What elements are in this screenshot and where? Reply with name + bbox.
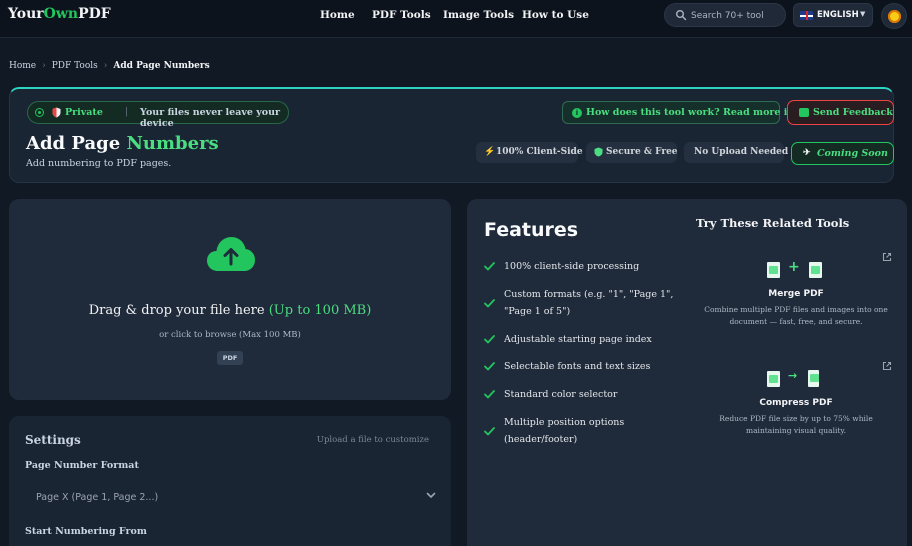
- check-icon: [484, 335, 495, 344]
- related-tool-name: Compress PDF: [759, 398, 833, 408]
- page-title: Add Page Numbers: [26, 133, 219, 154]
- theme-toggle-button[interactable]: [881, 3, 907, 29]
- feature-text: Adjustable starting page index: [504, 334, 652, 345]
- feature-text: 100% client-side processing: [504, 261, 640, 272]
- check-icon: [484, 390, 495, 399]
- client-side-label: 100% Client-Side: [496, 147, 583, 157]
- how-it-works-button[interactable]: i How does this tool work? Read more inf…: [562, 101, 805, 124]
- related-tool-description: Combine multiple PDF files and images in…: [704, 305, 888, 326]
- format-select[interactable]: Page X (Page 1, Page 2...): [25, 483, 437, 513]
- divider: |: [125, 106, 129, 117]
- coming-soon-label: Coming Soon: [817, 148, 888, 159]
- info-icon: i: [572, 108, 582, 118]
- no-upload-badge: No Upload Needed: [684, 142, 788, 163]
- external-link-icon[interactable]: [882, 252, 892, 262]
- compress-icon: →: [696, 369, 896, 391]
- settings-panel: Settings Upload a file to customize Page…: [9, 416, 451, 546]
- language-label: ENGLISH: [817, 10, 859, 20]
- feature-text: Custom formats (e.g. "1", "Page 1", "Pag…: [504, 289, 674, 317]
- chevron-down-icon: ▼: [860, 10, 866, 18]
- settings-heading: Settings: [25, 433, 81, 447]
- merge-icon: +: [696, 259, 896, 282]
- breadcrumb-home[interactable]: Home: [9, 61, 36, 71]
- search-input[interactable]: [691, 8, 781, 24]
- related-tool-merge-pdf[interactable]: + Merge PDF Combine multiple PDF files a…: [696, 252, 896, 340]
- nav-how-to-use-link[interactable]: How to Use: [522, 9, 589, 21]
- related-tool-name: Merge PDF: [768, 289, 824, 299]
- related-tool-compress-pdf[interactable]: → Compress PDF Reduce PDF file size by u…: [696, 361, 896, 444]
- feature-text: Selectable fonts and text sizes: [504, 361, 651, 372]
- breadcrumb-pdf-tools[interactable]: PDF Tools: [52, 61, 98, 71]
- rocket-icon: ✈: [803, 148, 811, 158]
- related-tools-heading: Try These Related Tools: [696, 216, 850, 230]
- chat-bubble-icon: [799, 108, 809, 117]
- uk-flag-icon: [800, 11, 813, 20]
- secure-free-badge: Secure & Free: [586, 142, 678, 163]
- sun-icon: [888, 10, 901, 23]
- nav-image-tools-link[interactable]: Image Tools: [443, 9, 514, 21]
- format-select-value: Page X (Page 1, Page 2...): [36, 492, 159, 503]
- cloud-upload-icon: [207, 237, 255, 271]
- shield-icon: [52, 107, 61, 118]
- features-panel: Features 100% client-side processing Cus…: [467, 199, 907, 546]
- secure-free-label: Secure & Free: [606, 147, 678, 157]
- dropzone-subtitle: or click to browse (Max 100 MB): [159, 330, 301, 340]
- tool-header-card: Private | Your files never leave your de…: [9, 87, 894, 183]
- check-icon: [484, 299, 495, 308]
- features-heading: Features: [484, 219, 579, 241]
- coming-soon-button[interactable]: ✈ Coming Soon: [791, 142, 894, 165]
- start-from-label: Start Numbering From: [25, 526, 147, 537]
- privacy-label: Private: [65, 107, 103, 118]
- format-label: Page Number Format: [25, 460, 139, 471]
- status-dot-icon: [35, 108, 44, 117]
- file-type-badge: PDF: [217, 351, 243, 365]
- search-box[interactable]: [664, 3, 786, 27]
- client-side-badge: ⚡ 100% Client-Side: [476, 142, 583, 163]
- feature-text: Standard color selector: [504, 389, 618, 400]
- chevron-right-icon: ›: [42, 61, 46, 71]
- feature-text: Multiple position options (header/footer…: [504, 417, 625, 445]
- chevron-right-icon: ›: [103, 61, 108, 71]
- settings-hint: Upload a file to customize: [316, 435, 429, 445]
- send-feedback-label: Send Feedback: [813, 107, 893, 118]
- send-feedback-button[interactable]: Send Feedback: [787, 100, 894, 125]
- how-it-works-label: How does this tool work? Read more info: [586, 107, 805, 118]
- chevron-down-icon: [426, 492, 436, 498]
- top-nav: YourOwnPDF Home PDF Tools Image Tools Ho…: [0, 0, 912, 38]
- external-link-icon[interactable]: [882, 361, 892, 371]
- breadcrumb: Home › PDF Tools › Add Page Numbers: [9, 61, 210, 71]
- nav-home-link[interactable]: Home: [320, 9, 355, 21]
- privacy-message: Your files never leave your device: [140, 107, 281, 129]
- logo[interactable]: YourOwnPDF: [8, 6, 111, 22]
- search-icon: [676, 10, 687, 21]
- shield-icon: [594, 147, 603, 157]
- related-tool-description: Reduce PDF file size by up to 75% while …: [719, 414, 873, 435]
- check-icon: [484, 362, 495, 371]
- page-subtitle: Add numbering to PDF pages.: [26, 158, 172, 169]
- dropzone-title: Drag & drop your file here (Up to 100 MB…: [88, 303, 372, 318]
- no-upload-label: No Upload Needed: [694, 147, 789, 157]
- check-icon: [484, 427, 495, 436]
- language-selector[interactable]: ENGLISH ▼: [793, 3, 873, 27]
- breadcrumb-current: Add Page Numbers: [113, 61, 210, 71]
- nav-pdf-tools-link[interactable]: PDF Tools: [372, 9, 431, 21]
- privacy-badge: Private | Your files never leave your de…: [27, 101, 289, 129]
- check-icon: [484, 262, 495, 271]
- file-dropzone[interactable]: Drag & drop your file here (Up to 100 MB…: [9, 199, 451, 400]
- lightning-icon: ⚡: [484, 147, 496, 157]
